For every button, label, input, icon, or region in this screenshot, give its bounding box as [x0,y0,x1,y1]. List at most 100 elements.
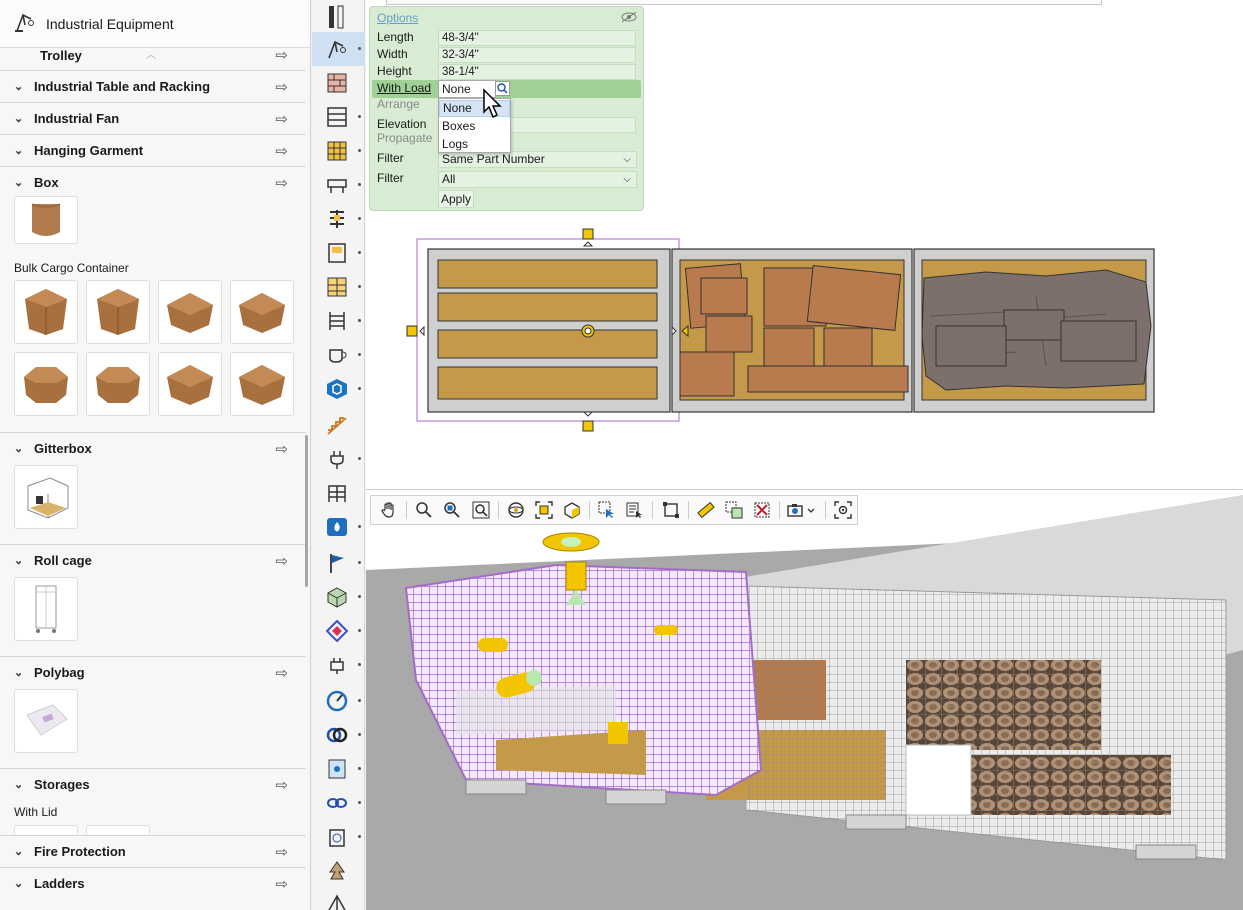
select-icon[interactable] [593,497,621,523]
chevron-down-icon: ⌄ [14,81,24,93]
tent-icon[interactable] [312,886,365,910]
item-polybag[interactable] [14,689,78,753]
stairs-icon[interactable] [312,408,365,442]
open-external-icon[interactable]: ⇨ [275,440,288,458]
filter2-select[interactable]: All ⌵ [438,171,637,188]
collapse-up-icon[interactable]: ︿ [146,46,156,61]
scaffold-icon[interactable] [312,476,365,510]
sketchup-icon[interactable] [312,372,365,406]
flag-icon[interactable] [312,546,365,580]
item-box-3[interactable] [158,280,222,344]
category-storages[interactable]: ⌄ Storages ⇨ [0,768,306,800]
cabinet-icon[interactable] [312,236,365,270]
open-external-icon[interactable]: ⇨ [275,875,288,893]
item-cylinder-box[interactable] [14,196,78,244]
item-storage-2[interactable] [86,825,150,835]
filter2-label: Filter [377,171,404,185]
item-gitterbox[interactable] [14,465,78,529]
rings-icon[interactable] [312,718,365,752]
item-box-1[interactable] [14,280,78,344]
plan-view[interactable] [406,226,1166,438]
open-external-icon[interactable]: ⇨ [275,843,288,861]
category-polybag[interactable]: ⌄ Polybag ⇨ [0,656,306,688]
hide-eye-icon[interactable] [620,11,638,26]
pallet-rack-icon[interactable] [312,270,365,304]
focus-icon[interactable] [829,497,857,523]
category-label: Ladders [34,876,85,891]
item-octagon-box-1[interactable] [14,352,78,416]
open-external-icon[interactable]: ⇨ [275,142,288,160]
height-field[interactable]: 38-1/4" [438,64,636,80]
delete-icon[interactable] [748,497,776,523]
cup-icon[interactable] [312,338,365,372]
category-label: Trolley [40,47,82,63]
item-box-6[interactable] [230,352,294,416]
camera-icon[interactable] [783,497,822,523]
category-roll-cage[interactable]: ⌄ Roll cage ⇨ [0,544,306,576]
item-box-4[interactable] [230,280,294,344]
3d-viewport[interactable] [366,489,1243,910]
select-list-icon[interactable] [621,497,649,523]
gauge-icon[interactable] [312,684,365,718]
copy-select-icon[interactable] [720,497,748,523]
ladder-rack-icon[interactable] [312,304,365,338]
hooks-icon[interactable] [312,614,365,648]
category-fire-protection[interactable]: ⌄ Fire Protection ⇨ [0,835,306,867]
options-header[interactable]: Options [377,11,418,25]
open-external-icon[interactable]: ⇨ [275,174,288,192]
stopwatch-icon[interactable] [312,820,365,854]
machine-icon[interactable] [312,202,365,236]
shelf-icon[interactable] [312,100,365,134]
orbit-icon[interactable] [502,497,530,523]
item-box-5[interactable] [158,352,222,416]
zoom-extents-icon[interactable] [466,497,494,523]
category-box[interactable]: ⌄ Box ⇨ [0,166,306,198]
view-cube-icon[interactable] [558,497,586,523]
zoom-window-icon[interactable] [438,497,466,523]
chevron-down-icon: ⌄ [14,443,24,455]
length-field[interactable]: 48-3/4" [438,30,636,46]
robot-arm-icon[interactable] [312,648,365,682]
item-roll-cage[interactable] [14,577,78,641]
filter1-select[interactable]: Same Part Number ⌵ [438,151,637,168]
plug-icon[interactable] [312,442,365,476]
arrange-label: Arrange [377,97,420,111]
open-external-icon[interactable]: ⇨ [275,78,288,96]
item-box-2[interactable] [86,280,150,344]
open-external-icon[interactable]: ⇨ [275,46,288,64]
category-label: Box [34,175,59,190]
open-external-icon[interactable]: ⇨ [275,552,288,570]
category-industrial-fan[interactable]: ⌄ Industrial Fan ⇨ [0,102,306,134]
cube-wireframe-icon[interactable] [312,580,365,614]
open-external-icon[interactable]: ⇨ [275,110,288,128]
item-storage-1[interactable] [14,825,78,835]
tools-icon[interactable] [312,0,365,34]
measure-box-icon[interactable] [656,497,684,523]
pan-hand-icon[interactable] [375,497,403,523]
width-field[interactable]: 32-3/4" [438,47,636,63]
crane-icon[interactable] [312,32,365,66]
ruler-icon[interactable] [692,497,720,523]
zoom-icon[interactable] [410,497,438,523]
fire-icon[interactable] [312,510,365,544]
chain-icon[interactable] [312,786,365,820]
conveyor-icon[interactable] [312,168,365,202]
library-scrollbar[interactable] [305,435,308,587]
fit-selection-icon[interactable] [530,497,558,523]
dropdown-option-logs[interactable]: Logs [439,136,510,153]
item-octagon-box-2[interactable] [86,352,150,416]
catalog-icon[interactable] [312,752,365,786]
category-industrial-table[interactable]: ⌄ Industrial Table and Racking ⇨ [0,70,306,102]
category-hanging-garment[interactable]: ⌄ Hanging Garment ⇨ [0,134,306,166]
category-ladders[interactable]: ⌄ Ladders ⇨ [0,867,306,899]
racking-icon[interactable] [312,134,365,168]
apply-button[interactable]: Apply [438,190,474,208]
category-label: Gitterbox [34,441,92,456]
category-gitterbox[interactable]: ⌄ Gitterbox ⇨ [0,432,306,464]
wall-icon[interactable] [312,66,365,100]
open-external-icon[interactable]: ⇨ [275,776,288,794]
chevron-down-icon: ⌄ [14,113,24,125]
open-external-icon[interactable]: ⇨ [275,664,288,682]
chevron-down-icon: ⌄ [14,779,24,791]
tree-icon[interactable] [312,854,365,888]
